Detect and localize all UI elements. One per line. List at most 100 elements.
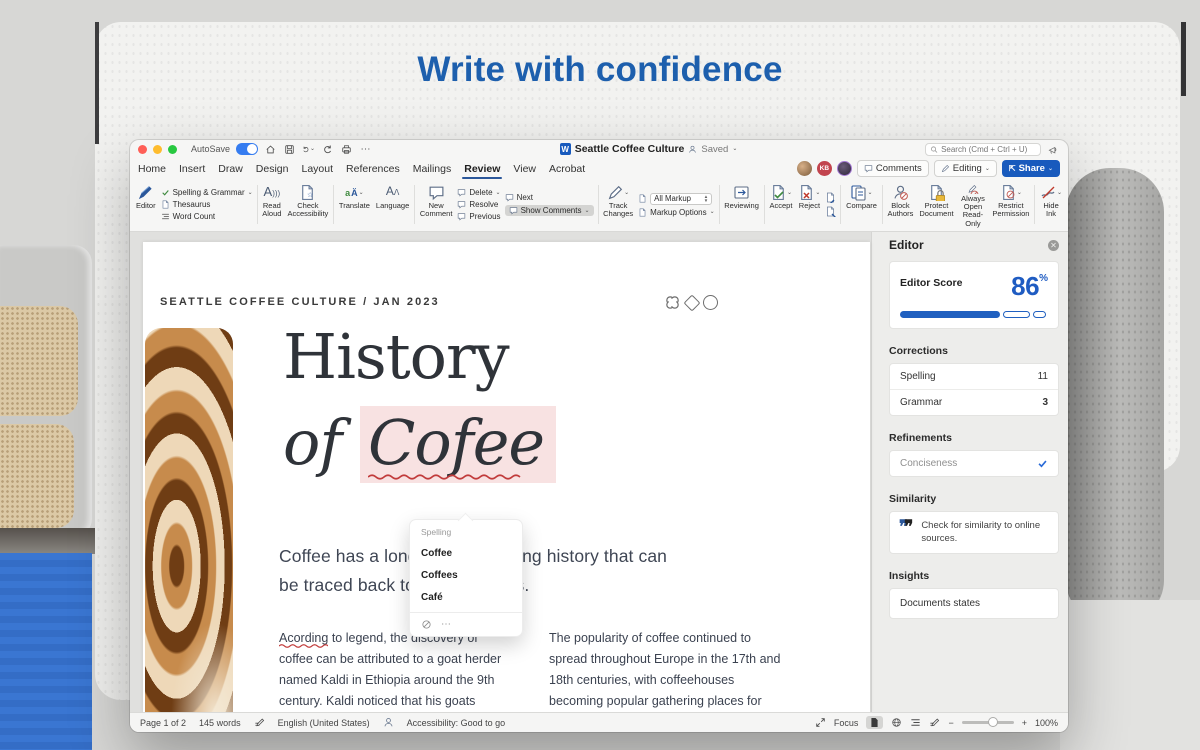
word-count-button[interactable]: Word Count — [161, 212, 253, 221]
chevron-down-icon: ⌄ — [1048, 166, 1053, 172]
document-title[interactable]: Seattle Coffee Culture — [575, 143, 685, 155]
focus-icon[interactable] — [815, 717, 826, 728]
editor-button[interactable]: Editor — [133, 181, 159, 228]
tab-home[interactable]: Home — [138, 163, 166, 179]
tab-view[interactable]: View — [513, 163, 536, 179]
protect-document-button[interactable]: ProtectDocument — [916, 181, 956, 228]
compare-button[interactable]: ⌄ Compare — [843, 181, 880, 228]
editing-mode-button[interactable]: Editing ⌄ — [934, 160, 997, 177]
tab-insert[interactable]: Insert — [179, 163, 205, 179]
suggestion-coffees[interactable]: Coffees — [421, 570, 511, 581]
previous-comment-button[interactable]: Previous — [457, 212, 500, 221]
avatar[interactable] — [837, 161, 852, 176]
close-window-button[interactable] — [138, 145, 147, 154]
comments-button[interactable]: Comments — [857, 160, 929, 177]
read-aloud-button[interactable]: A))) ReadAloud — [259, 181, 284, 228]
new-comment-button[interactable]: NewComment — [417, 181, 456, 228]
spelling-suggestions-popup: Spelling Coffee Coffees Café ⋯ — [409, 519, 523, 637]
chevron-down-icon: ⌄ — [248, 190, 253, 196]
tab-draw[interactable]: Draw — [218, 163, 243, 179]
zoom-out-button[interactable]: − — [948, 718, 953, 728]
body-column-right[interactable]: The popularity of coffee continued to sp… — [549, 628, 780, 712]
outline-view-button[interactable] — [910, 717, 921, 728]
minimize-window-button[interactable] — [153, 145, 162, 154]
save-status[interactable]: Saved — [701, 144, 728, 155]
close-icon[interactable]: ✕ — [1048, 240, 1059, 251]
tab-mailings[interactable]: Mailings — [413, 163, 452, 179]
block-authors-button[interactable]: BlockAuthors — [885, 181, 917, 228]
language-button[interactable]: Aᐱ Language — [373, 181, 412, 228]
share-button[interactable]: ⇱ Share ⌄ — [1002, 160, 1060, 177]
zoom-slider-knob[interactable] — [988, 717, 998, 727]
next-change-icon[interactable] — [825, 206, 836, 217]
show-comments-button[interactable]: Show Comments⌄ — [505, 205, 594, 216]
grammar-count: 3 — [1042, 397, 1048, 408]
grammar-correction-row[interactable]: Grammar3 — [890, 389, 1058, 415]
ribbon-divider — [840, 185, 841, 224]
home-icon[interactable] — [264, 143, 277, 156]
autosave-toggle[interactable] — [236, 143, 258, 155]
suggestion-cafe[interactable]: Café — [421, 592, 511, 603]
next-comment-button[interactable]: Next — [505, 193, 594, 202]
conciseness-row[interactable]: Conciseness — [890, 451, 1058, 476]
search-input[interactable] — [941, 145, 1036, 154]
print-icon[interactable] — [340, 143, 353, 156]
all-markup-dropdown[interactable]: All Markup ▲▼ — [650, 193, 712, 205]
web-layout-view-button[interactable] — [891, 717, 902, 728]
ignore-icon[interactable] — [421, 619, 432, 630]
track-changes-button[interactable]: ⌄ TrackChanges — [600, 181, 636, 228]
hide-ink-button[interactable]: ⌄ Hide Ink — [1037, 181, 1065, 228]
tab-layout[interactable]: Layout — [301, 163, 333, 179]
draft-view-button[interactable] — [929, 717, 940, 728]
zoom-window-button[interactable] — [168, 145, 177, 154]
tab-design[interactable]: Design — [256, 163, 289, 179]
delete-comment-button[interactable]: Delete⌄ — [457, 188, 500, 197]
document-page[interactable]: SEATTLE COFFEE CULTURE / JAN 2023 Histor… — [143, 242, 870, 712]
insights-row[interactable]: Documents states — [890, 589, 1058, 618]
spelling-grammar-button[interactable]: Spelling & Grammar⌄ — [161, 188, 253, 197]
page-indicator[interactable]: Page 1 of 2 — [140, 718, 186, 728]
tab-acrobat[interactable]: Acrobat — [549, 163, 585, 179]
similarity-card[interactable]: ❞❞ Check for similarity to online source… — [890, 512, 1058, 553]
save-icon[interactable] — [283, 143, 296, 156]
misspelled-word[interactable]: Acording — [279, 631, 328, 645]
undo-icon[interactable]: ⌄ — [302, 143, 315, 156]
misspelled-word-highlight[interactable]: Cofee — [360, 406, 556, 483]
body-column-left[interactable]: Acording to legend, the discovery of cof… — [279, 628, 501, 712]
word-count-status[interactable]: 145 words — [199, 718, 241, 728]
previous-change-icon[interactable] — [825, 192, 836, 203]
avatar[interactable]: KB — [817, 161, 832, 176]
tab-references[interactable]: References — [346, 163, 400, 179]
feedback-icon[interactable] — [1047, 143, 1060, 156]
redo-icon[interactable] — [321, 143, 334, 156]
more-options-icon[interactable]: ⋯ — [441, 619, 453, 630]
thesaurus-button[interactable]: Thesaurus — [161, 200, 253, 209]
accessibility-status[interactable]: Accessibility: Good to go — [407, 718, 506, 728]
chevron-down-icon: ⌄ — [1057, 190, 1062, 196]
language-status[interactable]: English (United States) — [278, 718, 370, 728]
reviewing-pane-button[interactable]: Reviewing — [721, 181, 762, 228]
markup-options-button[interactable]: Markup Options⌄ — [638, 208, 715, 217]
resolve-comment-button[interactable]: Resolve — [457, 200, 500, 209]
check-accessibility-button[interactable]: ☆ CheckAccessibility — [284, 181, 331, 228]
suggestion-coffee[interactable]: Coffee — [421, 548, 511, 559]
restrict-permission-button[interactable]: ⌄ RestrictPermission — [989, 181, 1032, 228]
focus-label[interactable]: Focus — [834, 718, 859, 728]
translate-button[interactable]: aÄ⌄ Translate — [336, 181, 373, 228]
reject-button[interactable]: ⌄ Reject — [795, 181, 823, 228]
search-box[interactable] — [925, 143, 1041, 156]
always-open-read-only-button[interactable]: Always OpenRead-Only — [957, 181, 990, 228]
zoom-level[interactable]: 100% — [1035, 718, 1058, 728]
zoom-in-button[interactable]: + — [1022, 718, 1027, 728]
avatar[interactable] — [797, 161, 812, 176]
progress-outline — [1033, 311, 1046, 318]
proofing-status-icon[interactable] — [254, 717, 265, 728]
tab-review[interactable]: Review — [464, 163, 500, 179]
print-layout-view-button[interactable] — [866, 716, 883, 729]
spelling-correction-row[interactable]: Spelling11 — [890, 364, 1058, 389]
accept-button[interactable]: ⌄ Accept — [766, 181, 795, 228]
zoom-slider[interactable] — [962, 721, 1014, 724]
corrections-label: Corrections — [889, 345, 1059, 357]
more-icon[interactable]: ⋯ — [359, 143, 372, 156]
reject-icon — [798, 184, 815, 201]
